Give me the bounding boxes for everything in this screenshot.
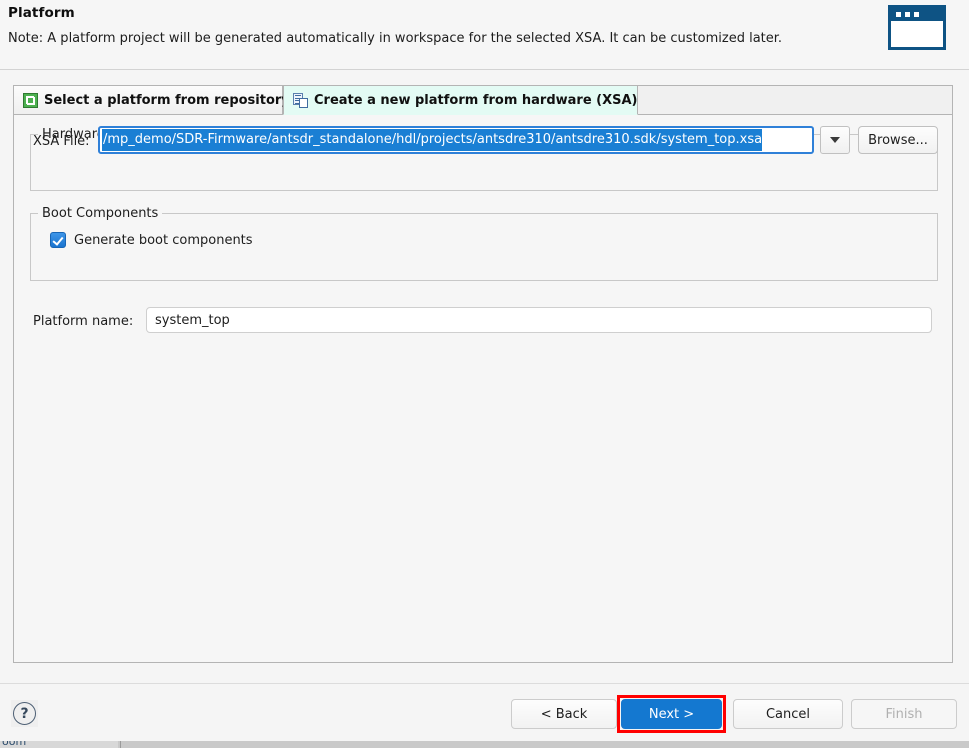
tab-select-from-repository[interactable]: Select a platform from repository bbox=[13, 85, 290, 115]
tab-strip: Select a platform from repository Create… bbox=[13, 85, 953, 115]
platform-name-input[interactable]: system_top bbox=[146, 307, 932, 333]
wizard-window-icon-dot bbox=[905, 12, 910, 17]
wizard-window-icon bbox=[888, 5, 946, 50]
wizard-header: Platform Note: A platform project will b… bbox=[0, 0, 969, 70]
back-button[interactable]: < Back bbox=[511, 699, 617, 729]
wizard-window-icon-dot bbox=[896, 12, 901, 17]
wizard-window-icon-dot bbox=[914, 12, 919, 17]
browse-button[interactable]: Browse... bbox=[858, 126, 938, 154]
page-title: Platform bbox=[8, 5, 75, 21]
page-note: Note: A platform project will be generat… bbox=[8, 31, 783, 46]
repository-icon bbox=[23, 92, 38, 108]
xsa-file-icon-overlay bbox=[299, 97, 308, 108]
next-button[interactable]: Next > bbox=[621, 699, 722, 729]
generate-boot-components-checkbox[interactable] bbox=[50, 232, 66, 248]
cancel-button[interactable]: Cancel bbox=[733, 699, 843, 729]
footer-separator bbox=[0, 683, 969, 684]
xsa-file-dropdown-button[interactable] bbox=[820, 126, 850, 154]
xsa-file-input[interactable]: /mp_demo/SDR-Firmware/antsdr_standalone/… bbox=[98, 126, 814, 154]
xsa-file-icon bbox=[293, 92, 308, 108]
wizard-window-icon-titlebar bbox=[891, 8, 943, 21]
generate-boot-components-checkbox-row[interactable]: Generate boot components bbox=[50, 232, 253, 248]
xsa-file-label: XSA File: bbox=[33, 134, 90, 149]
tab-select-from-repository-label: Select a platform from repository bbox=[44, 92, 290, 108]
background-window-strip: oom bbox=[0, 741, 969, 748]
background-window-ghost-text: oom bbox=[2, 741, 27, 748]
help-button[interactable]: ? bbox=[11, 700, 38, 727]
wizard-content-panel: Hardware Specification XSA File: /mp_dem… bbox=[13, 114, 953, 663]
help-icon: ? bbox=[13, 702, 36, 725]
platform-name-label: Platform name: bbox=[33, 314, 134, 329]
tab-strip-filler bbox=[638, 85, 953, 115]
finish-button: Finish bbox=[851, 699, 957, 729]
boot-components-legend: Boot Components bbox=[38, 206, 163, 221]
xsa-file-input-value: /mp_demo/SDR-Firmware/antsdr_standalone/… bbox=[102, 129, 763, 151]
tab-create-from-hardware-label: Create a new platform from hardware (XSA… bbox=[314, 92, 638, 108]
generate-boot-components-label: Generate boot components bbox=[74, 232, 253, 248]
tab-create-from-hardware[interactable]: Create a new platform from hardware (XSA… bbox=[283, 85, 638, 115]
background-window-strip-divider bbox=[120, 741, 121, 748]
background-window-strip-left: oom bbox=[0, 741, 118, 748]
chevron-down-icon bbox=[830, 137, 840, 143]
